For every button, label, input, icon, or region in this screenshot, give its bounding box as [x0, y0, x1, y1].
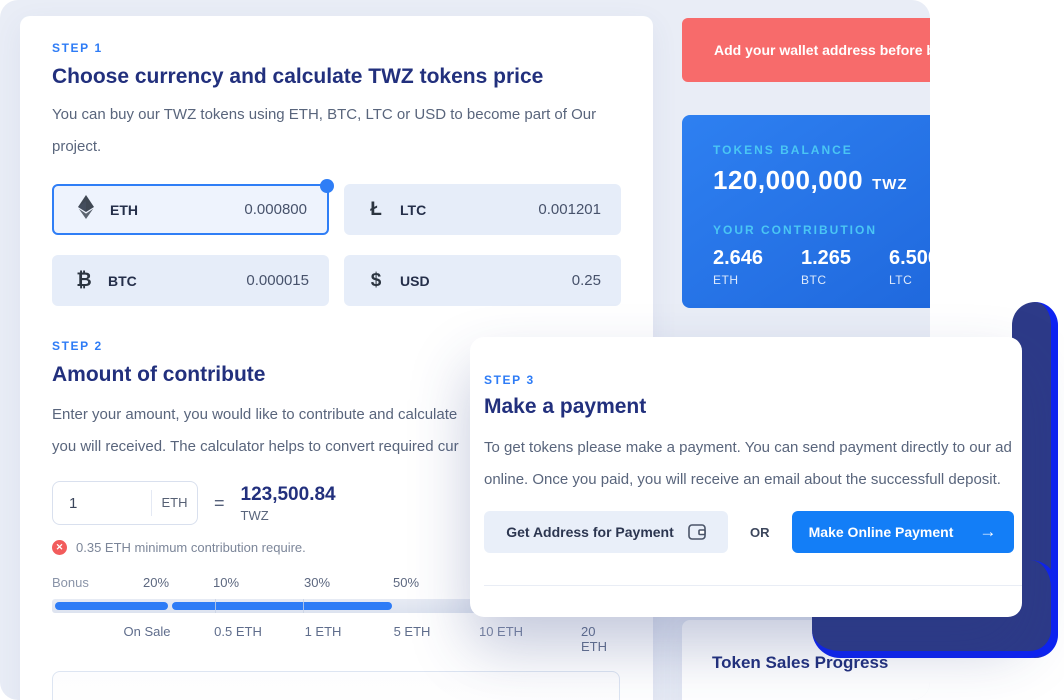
arrow-right-icon: → — [979, 522, 996, 542]
amount-input-box: ETH — [52, 481, 198, 525]
bonus-scale-label: 5 ETH — [394, 624, 431, 639]
step1-label: STEP 1 — [52, 41, 621, 55]
contribution-btc: 1.265 BTC — [801, 247, 889, 287]
make-online-payment-label: Make Online Payment — [809, 524, 954, 540]
equals-sign: = — [214, 493, 225, 514]
conversion-result: 123,500.84 TWZ — [241, 484, 336, 523]
step3-title: Make a payment — [484, 395, 1022, 419]
make-payment-card: STEP 3 Make a payment To get tokens plea… — [470, 337, 1022, 617]
result-unit: TWZ — [241, 508, 336, 523]
wallet-alert-banner[interactable]: Add your wallet address before bu — [682, 18, 930, 82]
selected-indicator-dot — [320, 179, 334, 193]
tokens-balance-unit: TWZ — [872, 176, 907, 193]
bonus-scale-label: 1 ETH — [305, 624, 342, 639]
bitcoin-icon: ₿ — [72, 270, 96, 292]
bonus-scale-label: 0.5 ETH — [214, 624, 262, 639]
step1-title: Choose currency and calculate TWZ tokens… — [52, 65, 621, 89]
currency-tile-ltc[interactable]: Ł LTC 0.001201 — [344, 184, 621, 235]
bonus-scale-label: On Sale — [124, 624, 171, 639]
wallet-icon — [688, 524, 706, 540]
contribution-eth: 2.646 ETH — [713, 247, 801, 287]
bonus-scale-label: 10 ETH — [479, 624, 523, 639]
currency-rate: 0.000800 — [244, 201, 307, 218]
contribution-unit: BTC — [801, 273, 889, 287]
currency-code: USD — [400, 273, 430, 289]
currency-rate: 0.001201 — [538, 201, 601, 218]
contribution-label: YOUR CONTRIBUTION — [713, 223, 930, 237]
bonus-scale-label: 20 ETH — [581, 624, 607, 654]
error-message: 0.35 ETH minimum contribution require. — [76, 540, 306, 555]
step3-label: STEP 3 — [484, 373, 1022, 387]
contribution-value: 2.646 — [713, 247, 801, 270]
get-address-button[interactable]: Get Address for Payment — [484, 511, 728, 553]
dollar-icon: $ — [364, 270, 388, 292]
divider — [484, 585, 1022, 586]
currency-rate: 0.000015 — [246, 272, 309, 289]
step3-description-line2: online. Once you paid, you will receive … — [484, 464, 1020, 496]
bonus-progress-fill — [172, 602, 392, 610]
currency-rate: 0.25 — [572, 272, 601, 289]
currency-tile-eth[interactable]: ETH 0.000800 — [52, 184, 329, 235]
bonus-percent: 30% — [304, 575, 330, 590]
result-value: 123,500.84 — [241, 484, 336, 506]
step1-description: You can buy our TWZ tokens using ETH, BT… — [52, 99, 627, 163]
tokens-balance-value: 120,000,000 — [713, 165, 863, 196]
tokens-balance-label: TOKENS BALANCE — [713, 143, 930, 157]
make-online-payment-button[interactable]: Make Online Payment → — [792, 511, 1014, 553]
contribution-unit: ETH — [713, 273, 801, 287]
bonus-label: Bonus — [52, 575, 89, 590]
currency-tile-usd[interactable]: $ USD 0.25 — [344, 255, 621, 306]
amount-unit-label: ETH — [151, 490, 197, 516]
tokens-balance-card: TOKENS BALANCE 120,000,000 TWZ YOUR CONT… — [682, 115, 930, 308]
bonus-tick — [215, 599, 216, 613]
bonus-tick — [303, 599, 304, 613]
bonus-percent: 20% — [143, 575, 169, 590]
currency-code: ETH — [110, 202, 138, 218]
get-address-button-label: Get Address for Payment — [506, 524, 674, 540]
step3-description-line1: To get tokens please make a payment. You… — [484, 432, 1020, 464]
ethereum-icon — [74, 195, 98, 225]
contribution-value: 6.500 — [889, 247, 930, 270]
bonus-progress-fill — [55, 602, 168, 610]
contribution-unit: LTC — [889, 273, 930, 287]
error-icon: ✕ — [52, 540, 67, 555]
or-separator: OR — [750, 525, 770, 540]
bonus-percent: 10% — [213, 575, 239, 590]
currency-code: LTC — [400, 202, 426, 218]
total-summary-box: + 20% SALE BONUS + 30% AMOUNT BONUS TOTA… — [52, 671, 620, 700]
amount-input[interactable] — [53, 483, 151, 523]
contribution-value: 1.265 — [801, 247, 889, 270]
bonus-percent: 50% — [393, 575, 419, 590]
currency-tile-btc[interactable]: ₿ BTC 0.000015 — [52, 255, 329, 306]
contribution-ltc: 6.500 LTC — [889, 247, 930, 287]
wallet-alert-text: Add your wallet address before bu — [714, 42, 930, 58]
currency-grid: ETH 0.000800 Ł LTC 0.001201 ₿ BTC 0.0000… — [52, 184, 621, 306]
currency-code: BTC — [108, 273, 137, 289]
litecoin-icon: Ł — [364, 199, 388, 221]
